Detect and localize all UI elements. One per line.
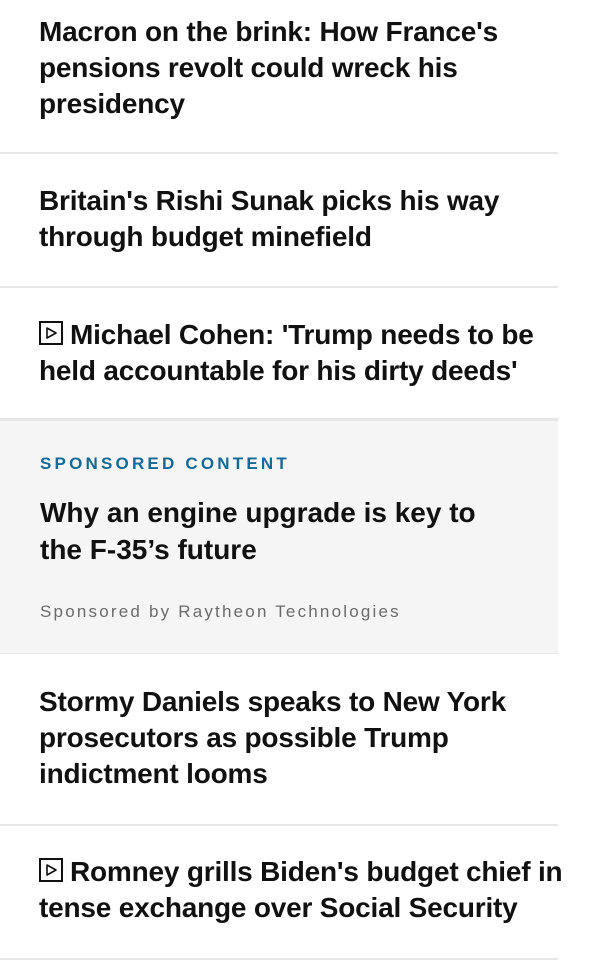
story-headline-text: Michael Cohen: 'Trump needs to be held a… (39, 319, 534, 386)
story-item: Romney grills Biden's budget chief in te… (0, 826, 563, 960)
story-headline-text: Macron on the brink: How France's pensio… (39, 16, 499, 119)
story-headline-link[interactable]: Macron on the brink: How France's pensio… (39, 14, 558, 122)
story-headline-link[interactable]: Romney grills Biden's budget chief in te… (39, 854, 569, 926)
story-item: Britain's Rishi Sunak picks his way thro… (0, 154, 558, 288)
story-headline-text: Romney grills Biden's budget chief in te… (39, 856, 563, 923)
story-item: Stormy Daniels speaks to New York prosec… (0, 654, 558, 826)
story-headline-link[interactable]: Britain's Rishi Sunak picks his way thro… (39, 183, 558, 255)
play-icon (39, 321, 63, 345)
story-item: Macron on the brink: How France's pensio… (0, 0, 558, 154)
story-headline-text: Britain's Rishi Sunak picks his way thro… (39, 185, 500, 252)
news-feed: Macron on the brink: How France's pensio… (0, 0, 563, 970)
sponsored-content-card[interactable]: SPONSORED CONTENT Why an engine upgrade … (0, 420, 558, 654)
story-headline-link[interactable]: Michael Cohen: 'Trump needs to be held a… (39, 317, 558, 389)
play-icon (39, 858, 63, 882)
sponsored-content-title[interactable]: Why an engine upgrade is key to the F-35… (40, 494, 510, 568)
sponsored-content-label: SPONSORED CONTENT (40, 454, 290, 473)
sponsor-attribution: Sponsored by Raytheon Technologies (40, 602, 401, 621)
story-headline-text: Stormy Daniels speaks to New York prosec… (39, 686, 506, 789)
story-item: Michael Cohen: 'Trump needs to be held a… (0, 288, 558, 420)
story-headline-link[interactable]: Stormy Daniels speaks to New York prosec… (39, 684, 558, 792)
